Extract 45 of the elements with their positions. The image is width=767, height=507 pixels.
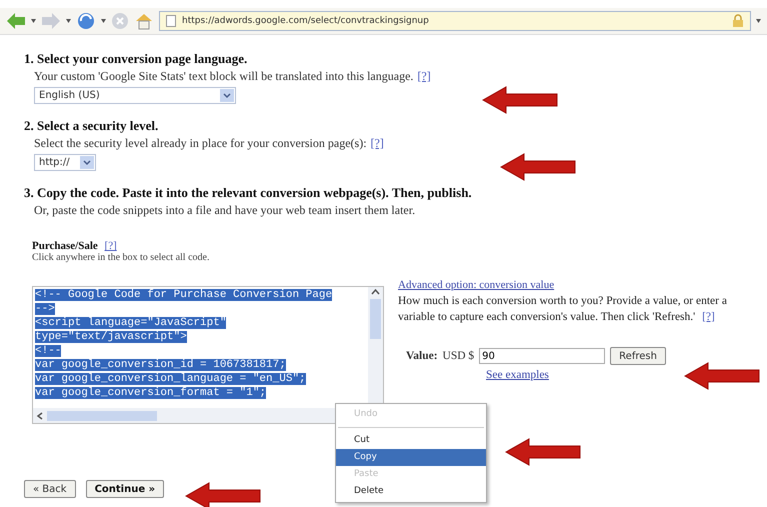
arrow-icon [684, 362, 760, 390]
step-heading: 1. Select your conversion page language. [24, 51, 248, 67]
value-label: Value: [406, 350, 438, 362]
address-bar[interactable]: https://adwords.google.com/select/convtrackingsignup [159, 11, 751, 31]
currency-label: USD $ [442, 350, 474, 362]
value-input[interactable]: 90 [479, 348, 606, 364]
lock-icon [732, 14, 744, 28]
arrow-icon [500, 153, 576, 181]
value-description: How much is each conversion worth to you? Provide a value, or enter a variable to capture each conversion's value. Then click 'Refresh.' [?] [398, 294, 728, 325]
nav-button[interactable]: « Back [24, 480, 76, 498]
dropdown-icon[interactable] [31, 19, 36, 23]
arrow-icon [505, 438, 581, 466]
arrow-icon [185, 482, 261, 507]
dropdown-icon[interactable] [101, 19, 106, 23]
arrow-icon [482, 86, 558, 114]
back-arrow-icon[interactable] [6, 12, 26, 30]
help-link[interactable]: [?] [104, 240, 117, 252]
dropdown-field[interactable]: English (US) [34, 87, 236, 104]
menu-item[interactable]: Copy [336, 449, 486, 466]
section-title: Purchase/Sale [32, 240, 98, 252]
step-description: Your custom 'Google Site Stats' text block will be translated into this language. [34, 69, 414, 83]
advanced-option-link[interactable]: Advanced option: conversion value [398, 279, 554, 291]
see-examples-link[interactable]: See examples [486, 369, 549, 381]
menu-item[interactable]: Delete [336, 483, 486, 500]
code-box[interactable] [32, 286, 384, 424]
step-heading: 2. Select a security level. [24, 118, 160, 134]
help-link[interactable]: [?] [370, 136, 384, 150]
dropdown-icon[interactable] [220, 89, 234, 102]
menu-item[interactable]: Cut [336, 432, 486, 449]
url-text: https://adwords.google.com/select/convtrackingsignup [182, 16, 430, 26]
step-description: Select the security level already in place for your conversion page(s): [34, 136, 367, 150]
home-icon[interactable] [134, 12, 154, 30]
step-heading: 3. Copy the code. Paste it into the relevant conversion webpage(s). Then, publish. [24, 185, 473, 201]
help-link[interactable]: [?] [417, 69, 431, 83]
dropdown-icon[interactable] [66, 19, 71, 23]
refresh-icon[interactable] [76, 11, 96, 31]
step-description: Or, paste the code snippets into a file and have your web team insert them later. [34, 203, 416, 217]
dropdown-field[interactable]: http:// [34, 154, 96, 171]
hint-text: Click anywhere in the box to select all code. [32, 252, 210, 263]
page-icon [166, 15, 176, 27]
help-link[interactable]: [?] [702, 311, 715, 323]
refresh-button[interactable]: Refresh [610, 347, 666, 365]
nav-button[interactable]: Continue » [86, 480, 164, 498]
dropdown-icon[interactable] [80, 156, 94, 169]
dropdown-icon[interactable] [756, 19, 761, 23]
